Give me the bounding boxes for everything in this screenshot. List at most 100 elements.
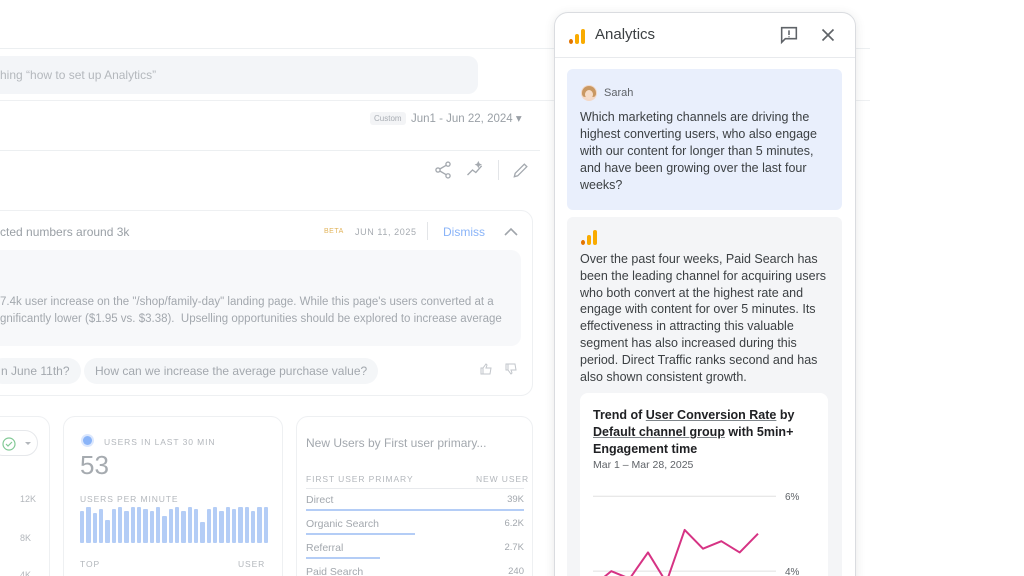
per-minute-bar [263, 506, 268, 543]
per-minute-bar [98, 508, 104, 543]
per-minute-bars [80, 505, 268, 543]
series-line-1 [603, 528, 759, 576]
assistant-message-text: Over the past four weeks, Paid Search ha… [580, 252, 827, 384]
row-value: 2.7K [504, 542, 524, 553]
dismiss-button[interactable]: Dismiss [443, 225, 485, 239]
per-minute-label: USERS PER MINUTE [80, 494, 179, 504]
table-row[interactable]: Organic Search 6.2K [306, 518, 524, 535]
per-minute-bar [212, 506, 218, 543]
metric-selector[interactable] [0, 430, 38, 456]
live-indicator [83, 436, 92, 445]
per-minute-bar [155, 506, 161, 543]
insight-text: 7.4k user increase on the "/shop/family-… [0, 296, 502, 325]
date-chip: Custom [370, 112, 406, 125]
analytics-logo-icon [581, 230, 597, 245]
y-axis-tick: 12K [20, 494, 37, 504]
per-minute-bar [238, 506, 243, 543]
check-circle-icon [2, 437, 31, 451]
per-minute-bar [105, 520, 110, 543]
realtime-value: 53 [80, 450, 109, 480]
y-axis-tick: 8K [20, 533, 32, 543]
row-label: Direct [306, 494, 334, 506]
avatar [581, 85, 597, 101]
divider [306, 488, 524, 489]
user-message-text: Which marketing channels are driving the… [580, 110, 817, 192]
suggestion-chip[interactable]: n June 11th? [0, 358, 81, 384]
divider [427, 222, 428, 240]
per-minute-bar [181, 510, 186, 543]
per-minute-bar [193, 508, 199, 543]
per-minute-bar [136, 506, 142, 543]
panel-title: Analytics [595, 26, 656, 43]
table-row[interactable]: Direct 39K [306, 494, 524, 511]
user-name: Sarah [604, 87, 634, 99]
dashboard-background: hing “how to set up Analytics” Custom Ju… [0, 0, 1024, 576]
table-row[interactable]: Paid Search 240 [306, 566, 524, 576]
per-minute-bar [219, 510, 224, 543]
row-label: Organic Search [306, 518, 379, 530]
per-minute-bar [143, 508, 148, 543]
per-minute-bar [174, 506, 180, 543]
row-share-bar [306, 533, 415, 535]
card-title: New Users by First user primary... [306, 436, 487, 450]
thumbs-up-icon[interactable] [480, 362, 492, 375]
per-minute-bar [250, 510, 256, 543]
per-minute-bar [111, 508, 116, 543]
divider [0, 150, 540, 151]
row-value: 240 [508, 566, 524, 576]
share-icon[interactable] [433, 160, 453, 180]
table-header: USER [238, 559, 266, 569]
per-minute-bar [244, 506, 249, 543]
per-minute-bar [168, 508, 173, 543]
analytics-logo-icon [569, 29, 585, 44]
user-message: Sarah Which marketing channels are drivi… [567, 69, 842, 210]
date-range-label: Jun1 - Jun 22, 2024 [411, 113, 513, 125]
per-minute-bar [200, 522, 205, 543]
table-header: TOP [80, 559, 101, 569]
per-minute-bar [187, 506, 192, 543]
table-row[interactable]: Referral 2.7K [306, 542, 524, 559]
insight-date: JUN 11, 2025 [355, 227, 417, 237]
per-minute-bar [124, 510, 129, 543]
per-minute-bar [130, 506, 135, 543]
table-header: NEW USER [476, 474, 530, 484]
y-axis-tick-label: 6% [785, 492, 800, 503]
y-axis-tick: 4K [20, 570, 32, 576]
search-input[interactable]: hing “how to set up Analytics” [0, 56, 478, 94]
analytics-assistant-panel: Analytics Sarah Which marketing channels… [554, 12, 856, 576]
row-share-bar [306, 509, 524, 511]
edit-icon[interactable] [511, 160, 531, 180]
table-header: FIRST USER PRIMARY [306, 474, 414, 484]
beta-badge: BETA [324, 228, 344, 235]
insights-icon[interactable] [465, 160, 485, 180]
row-share-bar [306, 557, 381, 559]
per-minute-bar [117, 506, 123, 543]
per-minute-bar [92, 512, 97, 543]
date-range-picker[interactable]: Jun1 - Jun 22, 2024 ▾ [411, 111, 522, 125]
per-minute-bar [162, 516, 167, 543]
per-minute-bar [225, 506, 230, 543]
chevron-up-icon[interactable] [503, 225, 519, 239]
feedback-icon[interactable] [778, 24, 800, 46]
per-minute-bar [149, 510, 154, 543]
per-minute-bar [86, 506, 91, 543]
trend-line-chart: 6% 4% [593, 492, 800, 576]
toolbar-divider [498, 160, 499, 180]
per-minute-bar [80, 510, 85, 543]
y-axis-tick-label: 4% [785, 567, 800, 576]
trend-chart-card: Trend of User Conversion Rate by Default… [580, 393, 828, 576]
insight-title: cted numbers around 3k [0, 225, 130, 239]
per-minute-bar [257, 506, 262, 543]
panel-header: Analytics [555, 13, 855, 58]
per-minute-bar [206, 508, 211, 543]
row-label: Paid Search [306, 566, 364, 576]
assistant-message: Over the past four weeks, Paid Search ha… [567, 217, 842, 576]
close-icon[interactable] [817, 24, 839, 46]
row-value: 6.2K [504, 518, 524, 529]
row-label: Referral [306, 542, 344, 554]
realtime-label: USERS IN LAST 30 MIN [104, 437, 216, 447]
suggestion-chip[interactable]: How can we increase the average purchase… [84, 358, 379, 384]
per-minute-bar [231, 508, 237, 543]
row-value: 39K [507, 494, 524, 505]
thumbs-down-icon[interactable] [505, 362, 517, 375]
